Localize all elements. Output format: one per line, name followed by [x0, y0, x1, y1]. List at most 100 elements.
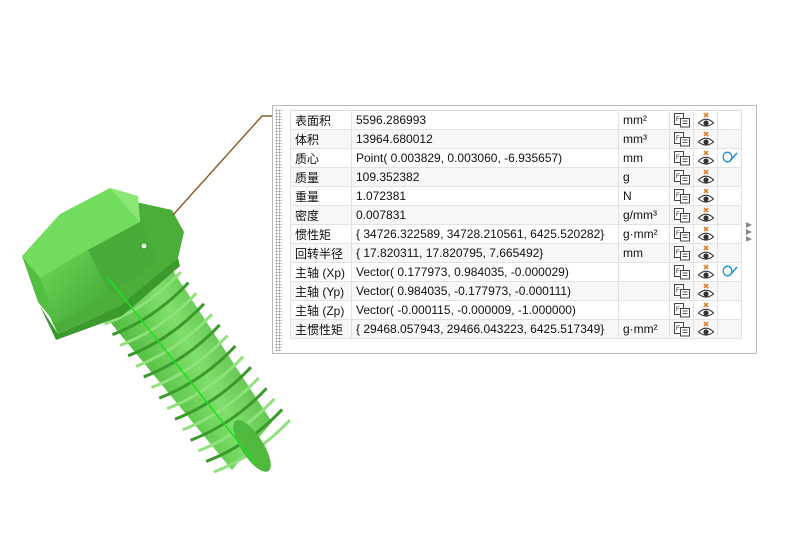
copy-expression-button[interactable]: F	[669, 167, 694, 187]
property-value[interactable]: Vector( 0.984035, -0.177973, -0.000111)	[351, 281, 619, 301]
property-value[interactable]: 0.007831	[351, 205, 619, 225]
property-name: 表面积	[290, 110, 352, 130]
property-name: 体积	[290, 129, 352, 149]
svg-text:F: F	[676, 117, 680, 123]
property-row[interactable]: 主惯性矩{ 29468.057943, 29466.043223, 6425.5…	[290, 319, 742, 339]
property-name: 重量	[290, 186, 352, 206]
property-name: 主轴 (Zp)	[290, 300, 352, 320]
sweep-curve-icon	[721, 150, 739, 164]
property-unit: g·mm²	[618, 319, 670, 339]
visibility-eye-icon	[697, 169, 715, 184]
toggle-visibility-button[interactable]	[693, 148, 718, 168]
property-row[interactable]: 回转半径{ 17.820311, 17.820795, 7.665492} mm F	[290, 243, 742, 263]
expression-copy-icon: F	[673, 264, 691, 280]
property-row[interactable]: 质量 109.352382 g F	[290, 167, 742, 187]
property-row[interactable]: 表面积 5596.286993 mm² F	[290, 110, 742, 130]
property-value[interactable]: { 34726.322589, 34728.210561, 6425.52028…	[351, 224, 619, 244]
property-name: 惯性矩	[290, 224, 352, 244]
property-value[interactable]: Point( 0.003829, 0.003060, -6.935657)	[351, 148, 619, 168]
expression-copy-icon: F	[673, 188, 691, 204]
copy-expression-button[interactable]: F	[669, 205, 694, 225]
toggle-visibility-button[interactable]	[693, 186, 718, 206]
show-measure-button	[717, 129, 742, 149]
expression-copy-icon: F	[673, 226, 691, 242]
property-value[interactable]: 13964.680012	[351, 129, 619, 149]
toggle-visibility-button[interactable]	[693, 224, 718, 244]
property-value[interactable]: 109.352382	[351, 167, 619, 187]
mass-properties-panel[interactable]: 表面积 5596.286993 mm² F 体积 13964.680012 mm³ F 质心 Po…	[272, 105, 757, 354]
property-name: 主轴 (Xp)	[290, 262, 352, 282]
property-value[interactable]: 1.072381	[351, 186, 619, 206]
property-name: 密度	[290, 205, 352, 225]
property-row[interactable]: 密度 0.007831 g/mm³ F	[290, 205, 742, 225]
property-row[interactable]: 主轴 (Zp) Vector( -0.000115, -0.000009, -1.…	[290, 300, 742, 320]
property-row[interactable]: 体积 13964.680012 mm³ F	[290, 129, 742, 149]
property-unit	[618, 300, 670, 320]
property-value[interactable]: Vector( 0.177973, 0.984035, -0.000029)	[351, 262, 619, 282]
svg-text:F: F	[676, 174, 680, 180]
copy-expression-button[interactable]: F	[669, 262, 694, 282]
svg-text:F: F	[676, 250, 680, 256]
copy-expression-button[interactable]: F	[669, 300, 694, 320]
property-value[interactable]: { 17.820311, 17.820795, 7.665492}	[351, 243, 619, 263]
property-row[interactable]: 质心 Point( 0.003829, 0.003060, -6.935657) m…	[290, 148, 742, 168]
show-measure-button	[717, 205, 742, 225]
copy-expression-button[interactable]: F	[669, 186, 694, 206]
toggle-visibility-button[interactable]	[693, 110, 718, 130]
visibility-eye-icon	[697, 112, 715, 127]
property-name: 主轴 (Yp)	[290, 281, 352, 301]
copy-expression-button[interactable]: F	[669, 129, 694, 149]
show-measure-button	[717, 319, 742, 339]
property-unit: mm²	[618, 110, 670, 130]
property-name: 主惯性矩	[290, 319, 352, 339]
panel-drag-handle[interactable]	[275, 109, 282, 351]
copy-expression-button[interactable]: F	[669, 110, 694, 130]
property-row[interactable]: 主轴 (Yp) Vector( 0.984035, -0.177973, -0.0…	[290, 281, 742, 301]
property-value[interactable]: 5596.286993	[351, 110, 619, 130]
visibility-eye-icon	[697, 245, 715, 260]
toggle-visibility-button[interactable]	[693, 319, 718, 339]
property-unit: mm	[618, 243, 670, 263]
copy-expression-button[interactable]: F	[669, 319, 694, 339]
visibility-eye-icon	[697, 321, 715, 336]
show-measure-button	[717, 224, 742, 244]
toggle-visibility-button[interactable]	[693, 262, 718, 282]
svg-text:F: F	[676, 193, 680, 199]
toggle-visibility-button[interactable]	[693, 129, 718, 149]
expression-copy-icon: F	[673, 207, 691, 223]
property-unit	[618, 262, 670, 282]
visibility-eye-icon	[697, 150, 715, 165]
toggle-visibility-button[interactable]	[693, 243, 718, 263]
copy-expression-button[interactable]: F	[669, 148, 694, 168]
toggle-visibility-button[interactable]	[693, 281, 718, 301]
toggle-visibility-button[interactable]	[693, 300, 718, 320]
property-unit	[618, 281, 670, 301]
property-unit: mm³	[618, 129, 670, 149]
bolt-model[interactable]	[22, 188, 292, 477]
show-measure-button[interactable]	[717, 262, 742, 282]
expression-copy-icon: F	[673, 150, 691, 166]
panel-expand-arrows-icon[interactable]	[745, 221, 755, 241]
visibility-eye-icon	[697, 207, 715, 222]
show-measure-button	[717, 281, 742, 301]
property-unit: N	[618, 186, 670, 206]
property-row[interactable]: 主轴 (Xp) Vector( 0.177973, 0.984035, -0.00…	[290, 262, 742, 282]
visibility-eye-icon	[697, 283, 715, 298]
visibility-eye-icon	[697, 188, 715, 203]
toggle-visibility-button[interactable]	[693, 167, 718, 187]
property-value[interactable]: Vector( -0.000115, -0.000009, -1.000000)	[351, 300, 619, 320]
show-measure-button[interactable]	[717, 148, 742, 168]
centroid-marker	[140, 242, 148, 250]
toggle-visibility-button[interactable]	[693, 205, 718, 225]
svg-text:F: F	[676, 326, 680, 332]
property-value[interactable]: { 29468.057943, 29466.043223, 6425.51734…	[351, 319, 619, 339]
svg-text:F: F	[676, 307, 680, 313]
property-row[interactable]: 惯性矩{ 34726.322589, 34728.210561, 6425.52…	[290, 224, 742, 244]
sweep-curve-icon	[721, 264, 739, 278]
property-name: 回转半径	[290, 243, 352, 263]
visibility-eye-icon	[697, 226, 715, 241]
copy-expression-button[interactable]: F	[669, 281, 694, 301]
copy-expression-button[interactable]: F	[669, 243, 694, 263]
copy-expression-button[interactable]: F	[669, 224, 694, 244]
property-row[interactable]: 重量 1.072381 N F	[290, 186, 742, 206]
